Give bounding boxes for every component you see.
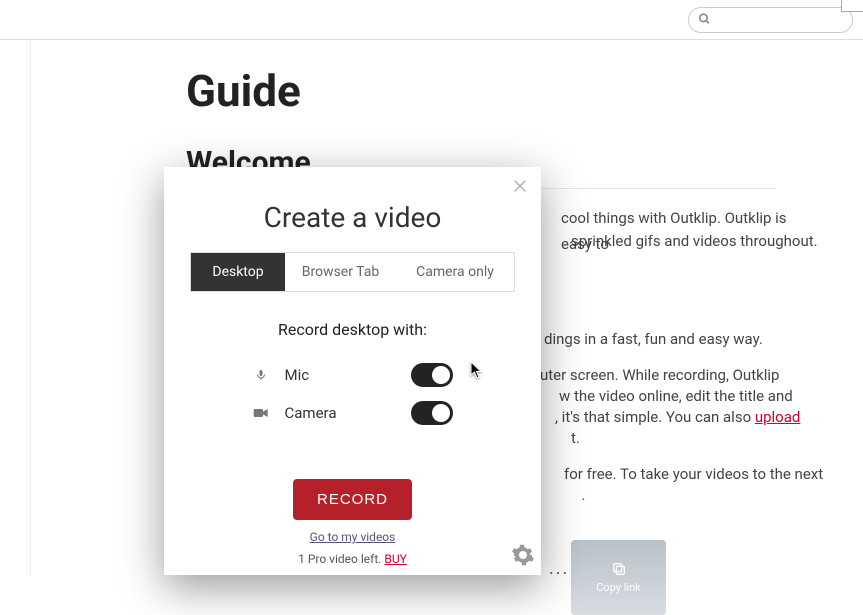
more-dots[interactable]: ...: [549, 558, 569, 579]
body-text: sprinkled gifs and videos throughout.: [571, 229, 821, 255]
search-icon: [698, 10, 711, 29]
window-corner: [841, 0, 863, 12]
upload-link[interactable]: upload: [755, 408, 801, 426]
page-title: Guide: [186, 65, 863, 117]
video-thumbnail[interactable]: Copy link: [571, 540, 666, 615]
body-text: x.: [574, 483, 863, 509]
search-input[interactable]: [688, 7, 853, 33]
welcome-heading: Welcome: [186, 145, 776, 189]
body-text: dings in a fast, fun and easy way.: [544, 327, 804, 353]
copy-link-label: Copy link: [596, 581, 640, 594]
body-text: t.: [571, 426, 863, 452]
